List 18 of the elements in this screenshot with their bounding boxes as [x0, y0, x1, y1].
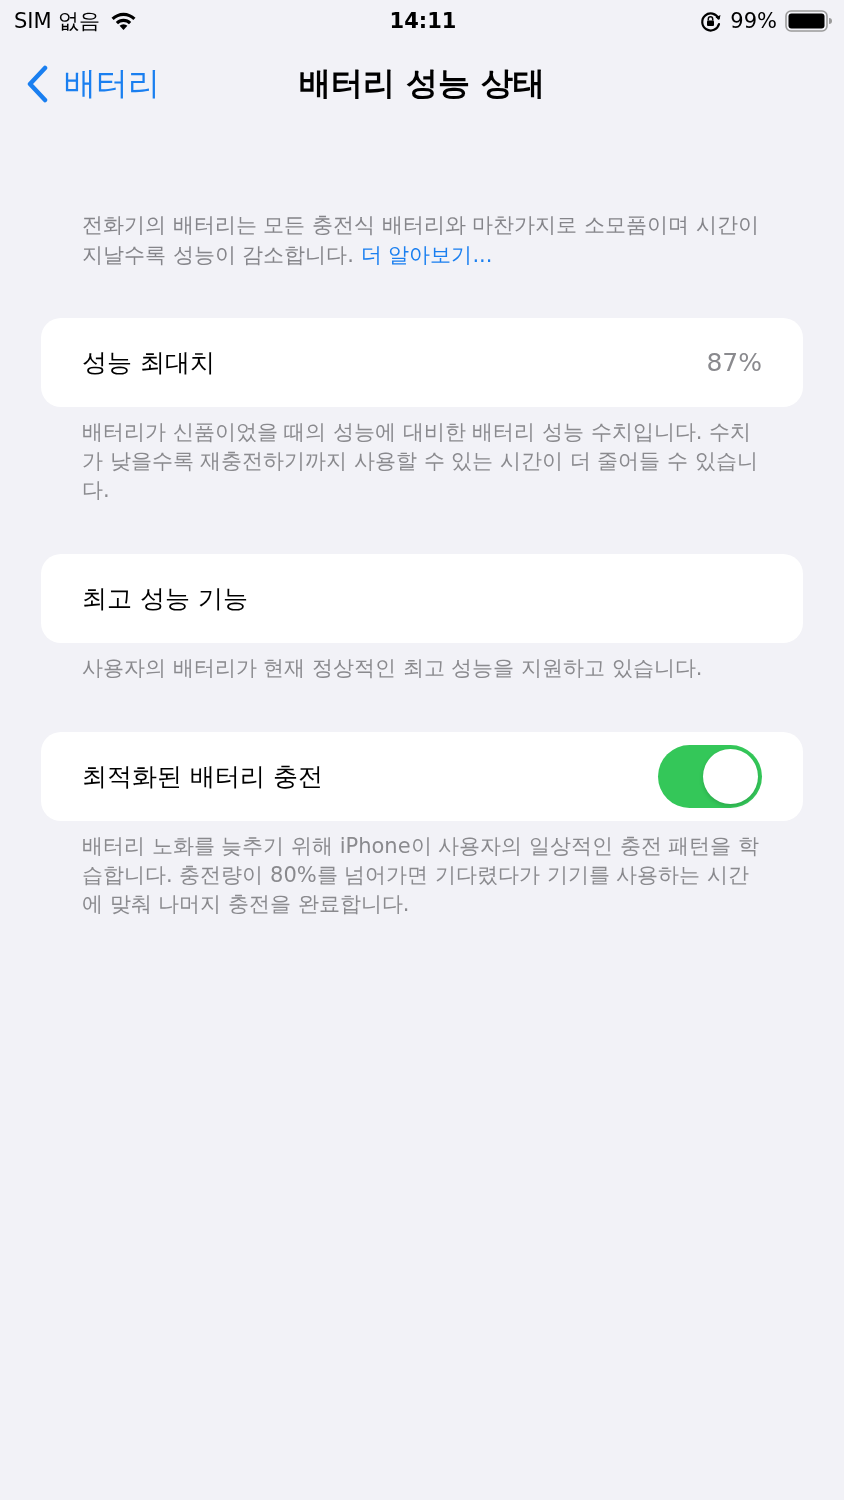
- learn-more-link[interactable]: 더 알아보기...: [360, 243, 493, 267]
- row-label: 최적화된 배터리 충전: [82, 761, 323, 793]
- intro-text: 전화기의 배터리는 모든 충전식 배터리와 마찬가지로 소모품이며 시간이 지날수록 성능이 감소합니다. 더 알아보기...: [81, 212, 760, 269]
- battery-percent: 99%: [730, 9, 777, 33]
- clock-time: 14:11: [389, 9, 457, 33]
- rotation-lock-icon: [699, 9, 723, 33]
- section-footer-text: 사용자의 배터리가 현재 정상적인 최고 성능을 지원하고 있습니다.: [81, 655, 704, 682]
- row-label: 성능 최대치: [82, 347, 215, 379]
- back-button[interactable]: 배터리: [26, 62, 160, 106]
- battery-icon: [785, 10, 832, 32]
- wifi-icon: [110, 11, 138, 31]
- row-label: 최고 성능 기능: [82, 583, 248, 615]
- row-value: 87%: [706, 348, 762, 377]
- carrier-text: SIM 없음: [14, 8, 101, 35]
- back-chevron-icon: [26, 65, 48, 103]
- section-footer-text: 배터리가 신품이었을 때의 성능에 대비한 배터리 성능 수치입니다. 수치가 낮을수록 재충전하기까지 사용할 수 있는 시간이 더 줄어들 수 있습니다.: [81, 419, 759, 504]
- page-title: 배터리 성능 상태: [298, 63, 546, 104]
- section-footer-text: 배터리 노화를 늦추기 위해 iPhone이 사용자의 일상적인 충전 패턴을 학습합니다. 충전량이 80%를 넘어가면 기다렸다가 기기를 사용하는 시간에 맞춰 나머지 충전을 완료합니다.: [81, 833, 760, 918]
